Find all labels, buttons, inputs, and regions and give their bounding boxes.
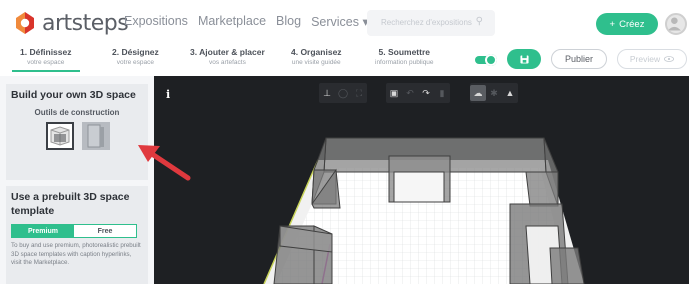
search-icon[interactable]: ⚲ [476, 16, 483, 27]
template-description: To buy and use premium, photorealistic p… [11, 242, 141, 266]
step-title: 5. Soumettre [378, 47, 431, 57]
step-title: 4. Organisez [291, 47, 342, 57]
step-add-place[interactable]: 3. Ajouter & placer vos artefacts [190, 47, 265, 66]
step-title: 2. Désignez [112, 47, 159, 57]
panel-tool-icon [87, 124, 104, 148]
step-design-space[interactable]: 2. Désignez votre espace [112, 47, 159, 66]
create-button[interactable]: + Créez [596, 13, 658, 35]
wall-tool-button[interactable] [46, 122, 74, 150]
tab-premium[interactable]: Premium [12, 225, 74, 237]
annotation-arrow-icon [138, 145, 191, 181]
create-button-label: Créez [619, 18, 645, 30]
preview-button[interactable]: Preview [617, 49, 687, 69]
search-box[interactable]: Recherchez d'expositions ⚲ [367, 10, 495, 36]
panel-tool-button[interactable] [82, 122, 110, 150]
left-sidebar: Build your own 3D space Outils de constr… [0, 76, 154, 284]
top-header: artsteps Expositions Marketplace Blog Se… [0, 0, 689, 44]
step-subtitle: information publique [375, 59, 434, 66]
artsteps-logo[interactable]: artsteps [12, 10, 129, 36]
artsteps-logo-icon [16, 12, 34, 34]
wall-center-partition [388, 155, 451, 203]
construction-tools-label: Outils de construction [34, 108, 120, 117]
room-floor-plan-3d [263, 137, 585, 284]
nav-marketplace[interactable]: Marketplace [198, 14, 266, 29]
step-title: 3. Ajouter & placer [190, 47, 265, 57]
build-space-panel: Build your own 3D space Outils de constr… [6, 84, 148, 180]
step-subtitle: votre espace [27, 59, 65, 66]
user-avatar[interactable] [665, 13, 687, 35]
plus-icon: + [609, 18, 616, 30]
main-nav: Expositions Marketplace Blog Services ▾ [124, 14, 369, 29]
step-subtitle: une visite guidée [291, 59, 341, 66]
save-icon [519, 54, 529, 64]
nav-expositions[interactable]: Expositions [124, 14, 188, 29]
step-subtitle: votre espace [116, 59, 154, 66]
tab-free[interactable]: Free [74, 225, 136, 237]
prebuilt-template-title: Use a prebuilt 3D space template [11, 191, 130, 217]
step-submit[interactable]: 5. Soumettre information publique [375, 47, 434, 66]
wall-lower-right [509, 203, 585, 284]
prebuilt-template-panel: Use a prebuilt 3D space template Premium… [6, 186, 148, 284]
wall-lower-left [273, 225, 333, 284]
step-define-space[interactable]: 1. Définissez votre espace [12, 47, 79, 72]
nav-blog[interactable]: Blog [276, 14, 301, 29]
template-tabs: Premium Free [11, 224, 137, 238]
nav-services[interactable]: Services ▾ [311, 14, 369, 29]
step-title: 1. Définissez [20, 47, 72, 57]
save-button[interactable] [507, 49, 541, 69]
step-subtitle: vos artefacts [208, 59, 246, 66]
publish-button[interactable]: Publier [551, 49, 607, 69]
preview-button-label: Preview [629, 54, 661, 64]
visibility-toggle[interactable] [475, 54, 497, 66]
user-avatar-icon [667, 17, 681, 31]
brand-name: artsteps [42, 10, 129, 36]
3d-viewport[interactable]: i ⊥ ◯ ⛶ ▣ ↶ ↷ ▮ ☁ ✱ ▲ [154, 76, 689, 284]
build-space-title: Build your own 3D space [11, 89, 136, 101]
eye-icon [664, 56, 675, 62]
wall-tool-icon [50, 126, 70, 146]
search-placeholder: Recherchez d'expositions [381, 18, 472, 27]
step-organize[interactable]: 4. Organisez une visite guidée [291, 47, 342, 66]
